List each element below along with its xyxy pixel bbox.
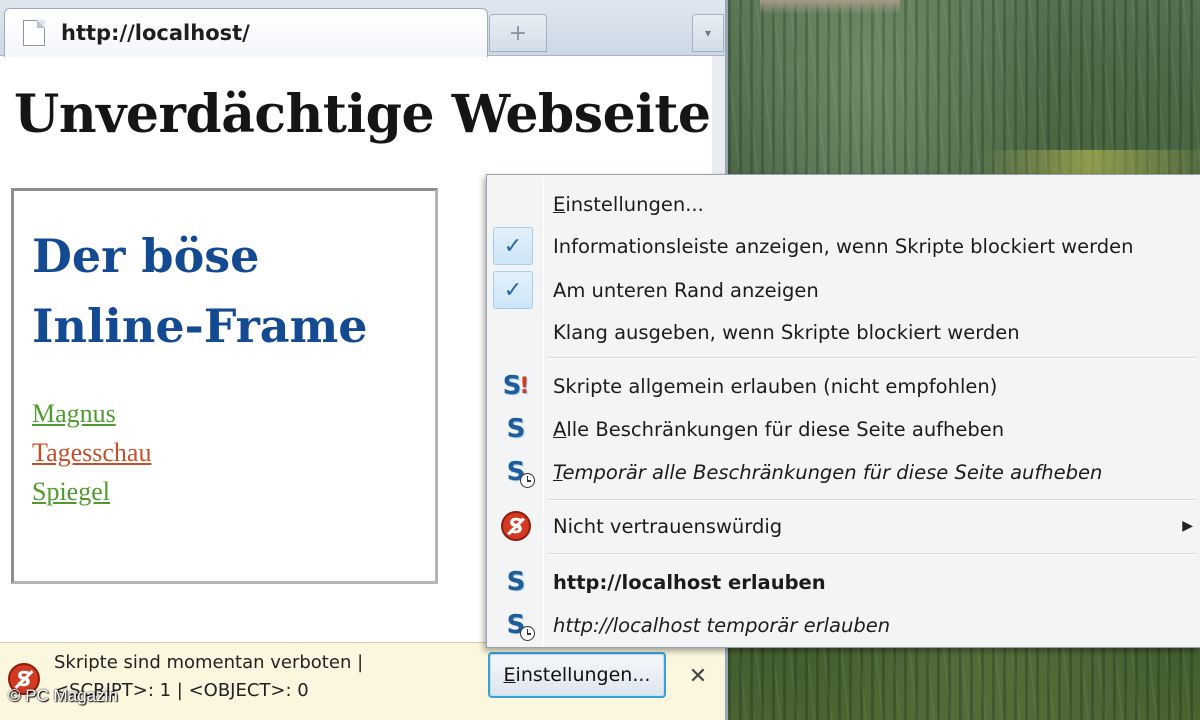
close-icon[interactable]: ✕ [686,662,710,690]
clock-icon [520,473,535,488]
menu-item-allow-all-this-page[interactable]: S Alle Beschränkungen für diese Seite au… [487,408,1200,450]
menu-item-temp-allow-all-this-page[interactable]: S Temporär alle Beschränkungen für diese… [487,451,1200,493]
menu-item-label: Temporär alle Beschränkungen für diese S… [553,460,1103,484]
submenu-arrow-icon: ▶ [1182,518,1193,534]
menu-item-allow-scripts-globally[interactable]: S! Skripte allgemein erlauben (nicht emp… [487,365,1200,407]
menu-separator [547,553,1197,555]
menu-item-show-at-bottom[interactable]: ✓ Am unteren Rand anzeigen [487,269,1200,311]
menu-item-label: Am unteren Rand anzeigen [553,278,819,302]
inline-frame: Der böse Inline-Frame Magnus Tagesschau … [11,188,438,584]
tab-bar: http://localhost/ + ▾ [0,0,725,57]
chevron-down-icon: ▾ [704,26,712,40]
menu-item-untrusted[interactable]: S Nicht vertrauenswürdig ▶ [487,505,1200,547]
noscript-forbidden-icon: S [501,511,531,541]
menu-item-einstellungen[interactable]: Einstellungen... [487,183,1200,225]
tab-list-button[interactable]: ▾ [692,14,724,52]
menu-item-label: Alle Beschränkungen für diese Seite aufh… [553,417,1005,441]
noscript-icon: S [506,567,526,597]
menu-separator [547,499,1197,501]
menu-item-temp-allow-localhost[interactable]: S http://localhost temporär erlauben [487,604,1200,646]
clock-icon [520,626,535,641]
menu-item-allow-localhost[interactable]: S http://localhost erlauben [487,561,1200,603]
menu-item-label: Informationsleiste anzeigen, wenn Skript… [553,234,1134,258]
iframe-heading: Der böse Inline-Frame [32,229,368,353]
menu-item-label: Klang ausgeben, wenn Skripte blockiert w… [553,320,1020,344]
menu-separator [547,357,1197,359]
menu-item-label: http://localhost erlauben [553,570,826,594]
noscript-context-menu: Einstellungen... ✓ Informationsleiste an… [486,174,1200,648]
tab-title: http://localhost/ [61,21,250,45]
menu-item-label: http://localhost temporär erlauben [553,613,891,637]
tab-localhost[interactable]: http://localhost/ [4,8,488,57]
noscript-icon: S [506,414,526,444]
plus-icon: + [508,20,528,46]
link-spiegel[interactable]: Spiegel [32,477,110,507]
menu-item-label: Skripte allgemein erlauben (nicht empfoh… [553,374,998,398]
noscript-temporary-icon: S [501,609,535,641]
page-heading: Unverdächtige Webseite [14,84,711,145]
new-tab-button[interactable]: + [489,14,547,52]
link-tagesschau[interactable]: Tagesschau [32,438,151,468]
menu-item-play-sound[interactable]: Klang ausgeben, wenn Skripte blockiert w… [487,311,1200,353]
background-sky-patch [760,0,900,14]
noscript-temporary-icon: S [501,456,535,488]
page-icon [23,20,45,46]
access-key: E [503,664,516,686]
infobar-line-1: Skripte sind momentan verboten | [54,652,364,673]
checkmark-icon: ✓ [493,227,533,265]
link-magnus[interactable]: Magnus [32,399,116,429]
button-label: instellungen... [515,664,651,686]
noscript-warning-icon: S! [502,371,530,401]
menu-item-show-infobar[interactable]: ✓ Informationsleiste anzeigen, wenn Skri… [487,225,1200,267]
watermark: © PC Magazin [8,686,118,705]
menu-item-label: Einstellungen... [553,192,704,216]
menu-item-label: Nicht vertrauenswürdig [553,514,783,538]
checkmark-icon: ✓ [493,271,533,309]
infobar-settings-button[interactable]: Einstellungen... [488,652,666,698]
